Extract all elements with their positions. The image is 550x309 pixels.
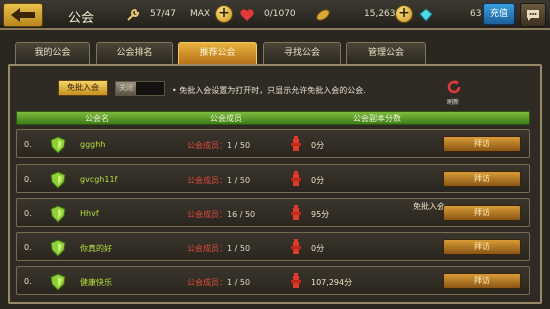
members-label: 公会成员： <box>187 244 227 253</box>
exempt-join-toggle[interactable]: 关闭 <box>115 81 165 96</box>
guild-members: 公会成员：16 / 50 <box>187 209 255 220</box>
refresh-icon <box>447 80 461 94</box>
tab-guild-ranking[interactable]: 公会排名 <box>96 42 173 64</box>
table-row: 0. 健康快乐 公会成员：1 / 50 107,294分 拜访 <box>16 266 530 295</box>
guild-name: Hhvf <box>80 209 99 218</box>
refresh-label: 刷新 <box>447 99 460 106</box>
dungeon-score: 0分 <box>311 244 325 253</box>
dungeon-score: 0分 <box>311 176 325 185</box>
exempt-join-button[interactable]: 免批入会 <box>58 80 108 96</box>
guild-name: 健康快乐 <box>80 278 112 287</box>
dungeon-score: 107,294分 <box>311 278 353 287</box>
hydrant-icon <box>291 171 301 186</box>
shield-icon <box>50 205 66 223</box>
guild-members: 公会成员：1 / 50 <box>187 243 250 254</box>
members-count: 1 / 50 <box>227 141 251 150</box>
members-label: 公会成员： <box>187 210 227 219</box>
hearts-value: 0/1070 <box>264 9 296 19</box>
refresh-button[interactable] <box>446 79 462 95</box>
table-row: 0. 你真的好 公会成员：1 / 50 0分 拜访 <box>16 232 530 261</box>
guild-members: 公会成员：1 / 50 <box>187 277 250 288</box>
shield-icon <box>50 136 66 154</box>
table-row: 0. ggghh 公会成员：1 / 50 0分 拜访 <box>16 129 530 158</box>
gold-value: 15,263 <box>364 9 396 19</box>
visit-button[interactable]: 拜访 <box>443 205 521 221</box>
chat-icon <box>527 10 539 21</box>
members-label: 公会成员： <box>187 141 227 150</box>
rank: 0. <box>24 209 32 218</box>
dungeon-score: 95分 <box>311 210 330 219</box>
rank: 0. <box>24 140 32 149</box>
shield-icon <box>50 171 66 189</box>
hydrant-icon <box>291 205 301 220</box>
heart-icon <box>238 6 256 24</box>
gems-value: 63 <box>470 9 482 19</box>
members-count: 1 / 50 <box>227 244 251 253</box>
top-bar: 公会 57/47 MAX + 0/1070 15,263 + 63 充值 <box>0 0 550 30</box>
toggle-knob: 关闭 <box>116 82 136 95</box>
dungeon-score: 0分 <box>311 141 325 150</box>
rank: 0. <box>24 175 32 184</box>
add-stamina-button[interactable]: + <box>215 5 233 23</box>
hydrant-icon <box>291 239 301 254</box>
back-arrow-icon <box>11 8 35 22</box>
tab-my-guild[interactable]: 我的公会 <box>15 42 90 64</box>
visit-button[interactable]: 拜访 <box>443 171 521 187</box>
header-dungeon-score: 公会副本分数 <box>353 114 401 123</box>
wrench-icon <box>124 6 142 24</box>
header-guild-members: 公会成员 <box>210 114 242 123</box>
hydrant-icon <box>291 136 301 151</box>
members-count: 1 / 50 <box>227 176 251 185</box>
header-guild-name: 公会名 <box>85 114 109 123</box>
members-count: 1 / 50 <box>227 278 251 287</box>
chat-button[interactable] <box>520 3 546 27</box>
back-button[interactable] <box>3 3 43 27</box>
tab-manage-guild[interactable]: 管理公会 <box>346 42 426 64</box>
add-gold-button[interactable]: + <box>395 5 413 23</box>
members-label: 公会成员： <box>187 278 227 287</box>
shield-icon <box>50 239 66 257</box>
rank: 0. <box>24 277 32 286</box>
tab-recommended-guilds[interactable]: 推荐公会 <box>178 42 257 64</box>
guild-members: 公会成员：1 / 50 <box>187 175 250 186</box>
visit-button[interactable]: 拜访 <box>443 273 521 289</box>
table-row: 0. Hhvf 公会成员：16 / 50 95分 免批入会 拜访 <box>16 198 530 227</box>
table-row: 0. gvcgh11f 公会成员：1 / 50 0分 拜访 <box>16 164 530 193</box>
gem-icon <box>417 6 435 24</box>
recharge-button[interactable]: 充值 <box>483 3 515 25</box>
exempt-notice: • 免批入会设置为打开时，只显示允许免批入会的公会. <box>172 86 366 95</box>
rank: 0. <box>24 243 32 252</box>
max-label: MAX <box>190 9 211 19</box>
visit-button[interactable]: 拜访 <box>443 136 521 152</box>
guild-name: ggghh <box>80 140 106 149</box>
page-title: 公会 <box>68 11 95 26</box>
tab-find-guild[interactable]: 寻找公会 <box>263 42 341 64</box>
guild-name: gvcgh11f <box>80 175 118 184</box>
shield-icon <box>50 273 66 291</box>
stamina-value: 57/47 <box>150 9 176 19</box>
guild-name: 你真的好 <box>80 244 112 253</box>
members-count: 16 / 50 <box>227 210 256 219</box>
hydrant-icon <box>291 273 301 288</box>
guild-members: 公会成员：1 / 50 <box>187 140 250 151</box>
visit-button[interactable]: 拜访 <box>443 239 521 255</box>
feather-coin-icon <box>314 6 332 24</box>
table-header: 公会名 公会成员 公会副本分数 <box>16 111 530 125</box>
members-label: 公会成员： <box>187 176 227 185</box>
